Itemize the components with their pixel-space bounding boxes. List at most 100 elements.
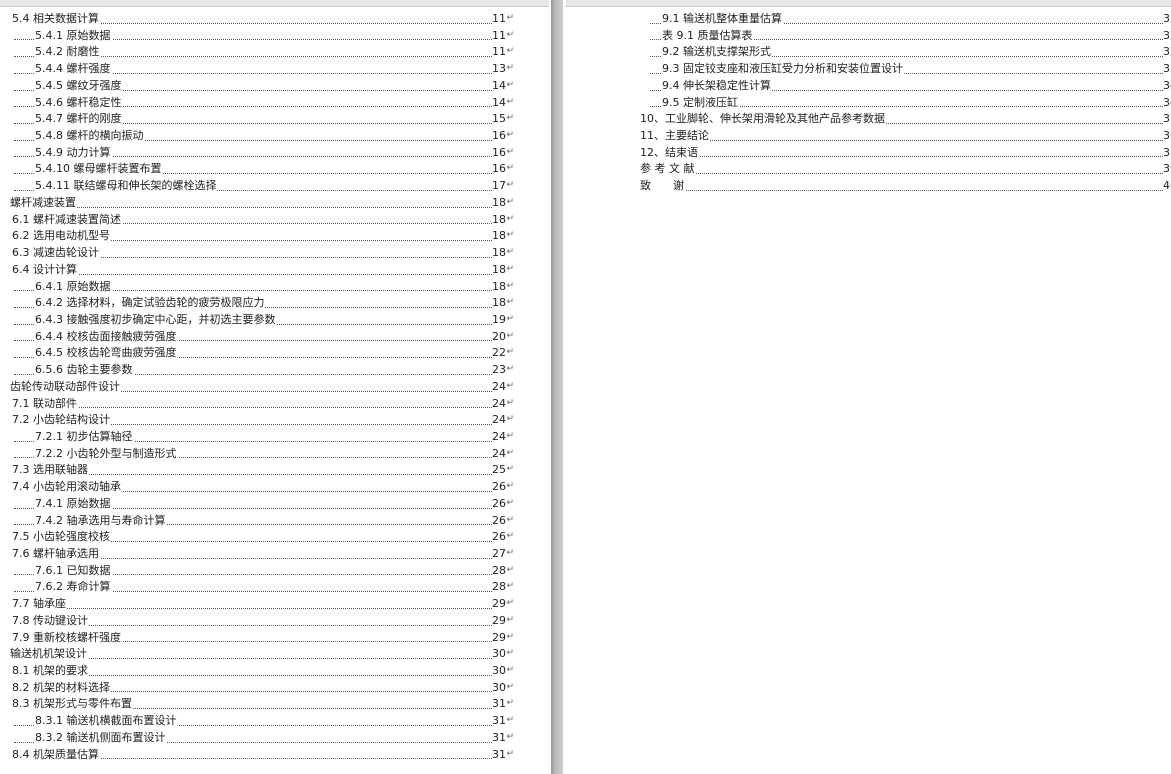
toc-page-number: 24: [492, 378, 506, 396]
toc-entry[interactable]: 6.4.4 校核齿面接触疲劳强度 20 ↵: [0, 328, 516, 346]
toc-entry[interactable]: 7.6.1 已知数据 28 ↵: [0, 562, 516, 580]
toc-entry[interactable]: 参 考 文 献39↵: [640, 161, 1171, 179]
toc-entry[interactable]: 7.7 轴承座 29 ↵: [0, 596, 516, 613]
toc-entry-title: 5.4.7 螺杆的刚度: [35, 111, 123, 129]
toc-page-number: 19: [492, 311, 506, 329]
toc-entry-title: 6.4.5 校核齿轮弯曲疲劳强度: [35, 345, 178, 363]
toc-entry[interactable]: 5.4.4 螺杆强度 13 ↵: [0, 61, 516, 78]
paragraph-mark-icon: ↵: [506, 665, 514, 676]
toc-list-left: 5.4 相关数据计算 11 ↵ 5.4.1 原始数据 11 ↵ 5.4.2 耐磨性 11 ↵ 5.…: [0, 11, 516, 764]
toc-entry[interactable]: 7.2.2 小齿轮外型与制造形式 24 ↵: [0, 445, 516, 463]
toc-entry[interactable]: 6.2 选用电动机型号 18 ↵: [0, 228, 516, 246]
toc-page-number: 31: [492, 746, 506, 764]
toc-entry[interactable]: 表 9.1 质量估算表32↵: [640, 27, 1171, 45]
toc-entry[interactable]: 6.5.6 齿轮主要参数 23 ↵: [0, 362, 516, 379]
toc-page-number: 16: [492, 144, 506, 162]
document-page-right[interactable]: 9.1 输送机整体重量估算32↵表 9.1 质量估算表32↵9.2 输送机支撑架…: [566, 7, 1171, 774]
toc-entry[interactable]: 12、结束语38↵: [640, 144, 1171, 162]
toc-entry[interactable]: 5.4.7 螺杆的刚度 15 ↵: [0, 111, 516, 129]
toc-page-number: 24: [492, 428, 506, 446]
toc-entry[interactable]: 5.4 相关数据计算 11 ↵: [0, 11, 516, 28]
toc-page-number: 27: [492, 546, 506, 563]
toc-entry[interactable]: 7.1 联动部件 24 ↵: [0, 395, 516, 413]
toc-entry-title: 7.8 传动键设计: [12, 612, 89, 630]
toc-entry[interactable]: 致 谢40↵: [640, 178, 1171, 195]
toc-entry-title: 齿轮传动联动部件设计: [10, 378, 121, 396]
toc-page-number: 17: [492, 178, 506, 195]
toc-page-number: 23: [492, 362, 506, 379]
toc-entry[interactable]: 7.2 小齿轮结构设计 24 ↵: [0, 412, 516, 429]
paragraph-mark-icon: ↵: [506, 29, 514, 40]
toc-entry[interactable]: 输送机机架设计 30 ↵: [0, 646, 516, 664]
toc-entry[interactable]: 7.6 螺杆轴承选用 27 ↵: [0, 546, 516, 563]
toc-entry[interactable]: 5.4.8 螺杆的横向振动 16 ↵: [0, 128, 516, 145]
toc-entry[interactable]: 7.4.1 原始数据 26 ↵: [0, 495, 516, 513]
paragraph-mark-icon: ↵: [506, 564, 514, 575]
toc-entry[interactable]: 8.1 机架的要求 30 ↵: [0, 663, 516, 680]
toc-entry-title: 8.3.1 输送机横截面布置设计: [35, 713, 178, 730]
toc-entry[interactable]: 6.4.3 接触强度初步确定中心距，并初选主要参数 19 ↵: [0, 311, 516, 329]
paragraph-mark-icon: ↵: [506, 598, 514, 609]
dot-leader: [650, 173, 1163, 175]
toc-entry[interactable]: 7.4.2 轴承选用与寿命计算 26 ↵: [0, 512, 516, 530]
paragraph-mark-icon: ↵: [506, 297, 514, 308]
toc-entry[interactable]: 6.4 设计计算 18 ↵: [0, 261, 516, 279]
toc-entry[interactable]: 11、主要结论36↵: [640, 128, 1171, 145]
toc-entry-title: 6.4.4 校核齿面接触疲劳强度: [35, 328, 178, 346]
dot-leader: [650, 139, 1163, 141]
toc-entry[interactable]: 7.3 选用联轴器 25 ↵: [0, 462, 516, 480]
toc-entry[interactable]: 8.4 机架质量估算 31 ↵: [0, 746, 516, 764]
toc-entry[interactable]: 7.9 重新校核螺杆强度 29 ↵: [0, 629, 516, 647]
toc-entry[interactable]: 5.4.6 螺杆稳定性 14 ↵: [0, 94, 516, 112]
toc-entry[interactable]: 6.4.5 校核齿轮弯曲疲劳强度 22 ↵: [0, 345, 516, 363]
toc-entry[interactable]: 9.3 固定铰支座和液压缸受力分析和安装位置设计33↵: [640, 61, 1171, 78]
paragraph-mark-icon: ↵: [506, 614, 514, 625]
toc-entry[interactable]: 5.4.11 联结螺母和伸长架的螺栓选择 17 ↵: [0, 178, 516, 195]
toc-page-number: 24: [492, 445, 506, 463]
toc-entry-title: 5.4 相关数据计算: [12, 11, 100, 28]
paragraph-mark-icon: ↵: [506, 481, 514, 492]
toc-entry[interactable]: 6.1 螺杆减速装置简述 18 ↵: [0, 211, 516, 229]
toc-entry[interactable]: 齿轮传动联动部件设计 24 ↵: [0, 378, 516, 396]
toc-entry-title: 7.2.1 初步估算轴径: [35, 428, 134, 446]
toc-entry-title: 7.1 联动部件: [12, 395, 78, 413]
paragraph-mark-icon: ↵: [506, 46, 514, 57]
toc-page-number: 24: [492, 395, 506, 413]
toc-entry[interactable]: 5.4.2 耐磨性 11 ↵: [0, 44, 516, 62]
toc-entry[interactable]: 6.3 减速齿轮设计 18 ↵: [0, 245, 516, 262]
toc-entry[interactable]: 6.4.1 原始数据 18 ↵: [0, 278, 516, 296]
toc-entry[interactable]: 9.5 定制液压缸34↵: [640, 94, 1171, 112]
toc-entry[interactable]: 5.4.1 原始数据 11 ↵: [0, 27, 516, 45]
toc-entry[interactable]: 6.4.2 选择材料，确定试验齿轮的疲劳极限应力 18 ↵: [0, 295, 516, 312]
toc-entry[interactable]: 5.4.5 螺纹牙强度 14 ↵: [0, 77, 516, 95]
toc-entry[interactable]: 5.4.9 动力计算 16 ↵: [0, 144, 516, 162]
toc-entry[interactable]: 螺杆减速装置 18 ↵: [0, 194, 516, 212]
toc-page-number: 26: [492, 495, 506, 513]
toc-page-number: 20: [492, 328, 506, 346]
toc-entry[interactable]: 5.4.10 螺母螺杆装置布置 16 ↵: [0, 161, 516, 179]
toc-entry[interactable]: 7.4 小齿轮用滚动轴承 26 ↵: [0, 479, 516, 496]
toc-entry[interactable]: 7.6.2 寿命计算 28 ↵: [0, 579, 516, 597]
toc-entry[interactable]: 8.3 机架形式与零件布置 31 ↵: [0, 696, 516, 714]
toc-entry[interactable]: 7.8 传动键设计 29 ↵: [0, 612, 516, 630]
paragraph-mark-icon: ↵: [506, 263, 514, 274]
toc-entry[interactable]: 7.5 小齿轮强度校核 26 ↵: [0, 529, 516, 546]
toc-entry[interactable]: 9.2 输送机支撑架形式32↵: [640, 44, 1171, 62]
toc-entry[interactable]: 9.1 输送机整体重量估算32↵: [640, 11, 1171, 28]
window-top-edge: [0, 0, 1171, 7]
toc-entry-title: 6.2 选用电动机型号: [12, 228, 111, 246]
toc-entry[interactable]: 8.3.1 输送机横截面布置设计 31 ↵: [0, 713, 516, 730]
toc-page-number: 11: [492, 11, 506, 28]
toc-entry-title: 参 考 文 献: [640, 161, 696, 179]
dot-leader: [650, 156, 1163, 158]
toc-page-number: 39: [1163, 161, 1171, 179]
toc-entry[interactable]: 8.3.2 输送机侧面布置设计 31 ↵: [0, 729, 516, 747]
toc-entry-title: 5.4.11 联结螺母和伸长架的螺栓选择: [35, 178, 218, 195]
toc-entry[interactable]: 9.4 伸长架稳定性计算34↵: [640, 77, 1171, 95]
toc-entry[interactable]: 10、工业脚轮、伸长架用滑轮及其他产品参考数据35↵: [640, 111, 1171, 129]
paragraph-mark-icon: ↵: [506, 163, 514, 174]
document-page-left[interactable]: 5.4 相关数据计算 11 ↵ 5.4.1 原始数据 11 ↵ 5.4.2 耐磨性 11 ↵ 5.…: [0, 7, 549, 774]
paragraph-mark-icon: ↵: [506, 230, 514, 241]
toc-entry[interactable]: 7.2.1 初步估算轴径 24 ↵: [0, 428, 516, 446]
toc-entry[interactable]: 8.2 机架的材料选择 30 ↵: [0, 679, 516, 697]
